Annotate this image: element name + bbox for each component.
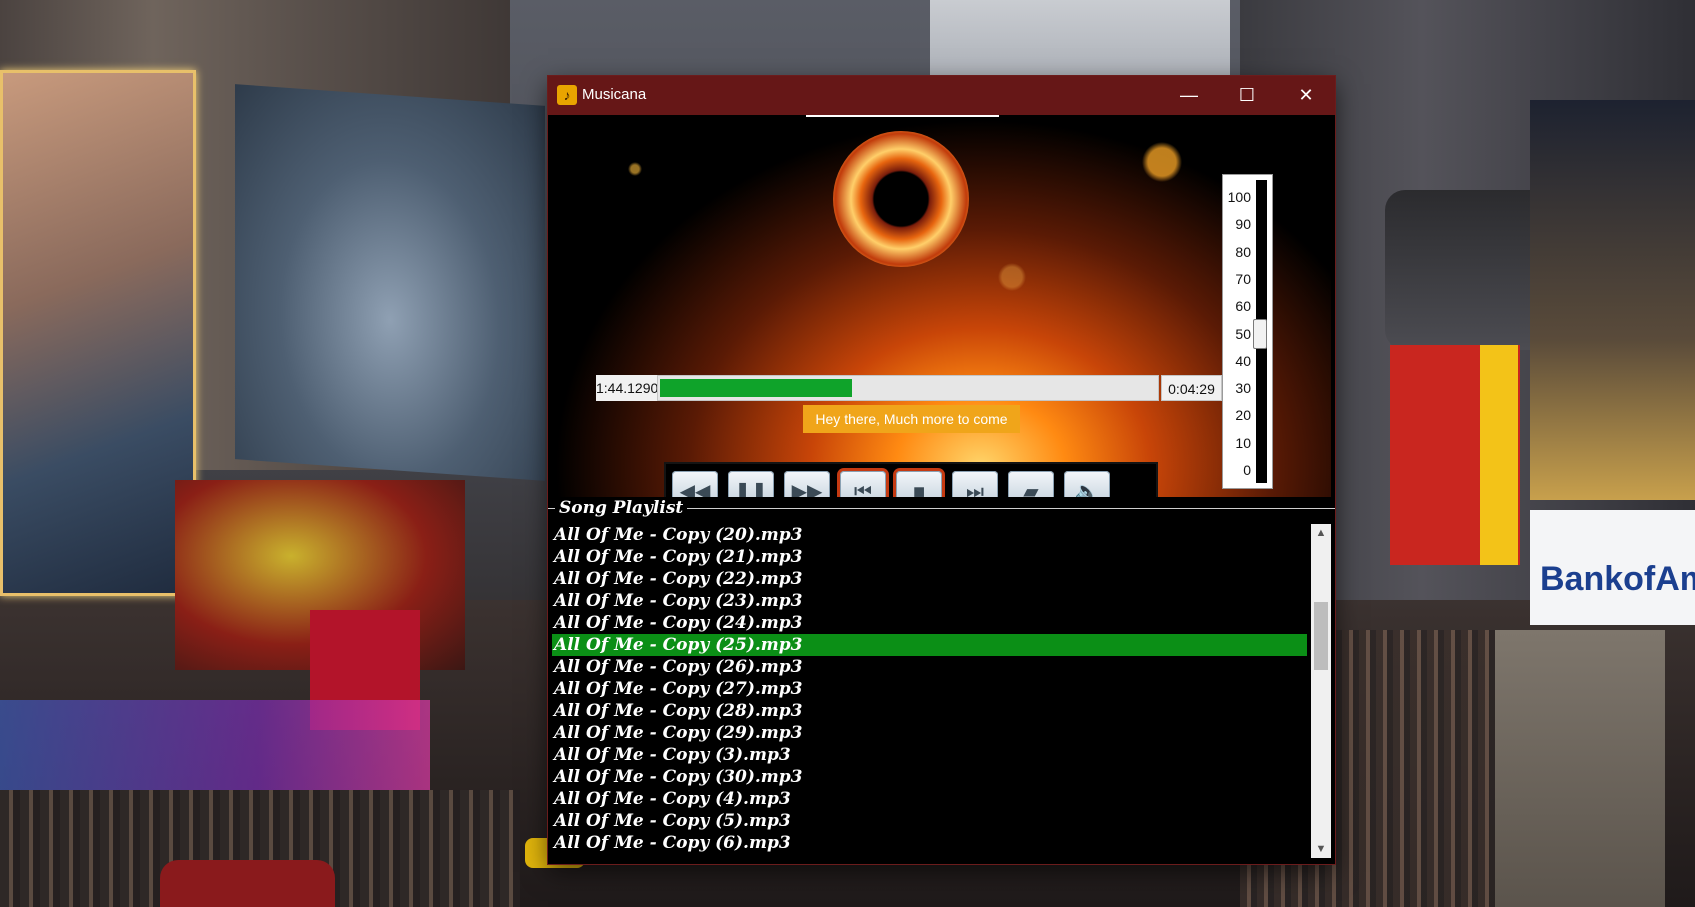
volume-tick-label: 100 xyxy=(1227,189,1251,205)
playlist-title: Song Playlist xyxy=(555,498,688,518)
playlist-item-selected[interactable]: All Of Me - Copy (25).mp3 xyxy=(552,634,1307,656)
speaker-icon: 🔈 xyxy=(1074,481,1100,497)
scroll-down-icon[interactable]: ▼ xyxy=(1311,840,1331,858)
playlist-scrollbar[interactable]: ▲ ▼ xyxy=(1311,524,1331,858)
visualizer-panel: 1:44.1290 0:04:29 Hey there, Much more t… xyxy=(552,117,1331,497)
musicana-window: ♪ Musicana — ☐ ✕ 1:44.1290 0:04:29 Hey t… xyxy=(548,76,1335,864)
volume-tick-label: 50 xyxy=(1235,326,1251,342)
transport-controls: ◀◀ ❚❚ ▶▶ ⏮ ■ ⏭ ▰ 🔈 xyxy=(664,462,1158,497)
playlist-item[interactable]: All Of Me - Copy (24).mp3 xyxy=(552,612,1307,634)
playlist-item[interactable]: All Of Me - Copy (5).mp3 xyxy=(552,810,1307,832)
playlist-item[interactable]: All Of Me - Copy (4).mp3 xyxy=(552,788,1307,810)
volume-tick-label: 30 xyxy=(1235,380,1251,396)
fast-forward-button[interactable]: ▶▶ xyxy=(784,471,830,497)
skip-next-icon: ⏭ xyxy=(966,481,984,497)
skip-previous-icon: ⏮ xyxy=(854,481,872,497)
playlist-item[interactable]: All Of Me - Copy (29).mp3 xyxy=(552,722,1307,744)
stop-button[interactable]: ■ xyxy=(896,471,942,497)
wallpaper-kodak-yellow-sign xyxy=(1480,345,1518,565)
seek-bar[interactable] xyxy=(657,375,1159,401)
playlist-list[interactable]: All Of Me - Copy (20).mp3 All Of Me - Cop… xyxy=(552,524,1311,858)
playlist-item[interactable]: All Of Me - Copy (22).mp3 xyxy=(552,568,1307,590)
playlist-item[interactable]: All Of Me - Copy (20).mp3 xyxy=(552,524,1307,546)
scroll-up-icon[interactable]: ▲ xyxy=(1311,524,1331,542)
close-button[interactable]: ✕ xyxy=(1277,76,1335,115)
playlist-item[interactable]: All Of Me - Copy (23).mp3 xyxy=(552,590,1307,612)
playlist-item[interactable]: All Of Me - Copy (3).mp3 xyxy=(552,744,1307,766)
volume-tick-label: 60 xyxy=(1235,298,1251,314)
folder-icon: ▰ xyxy=(1023,481,1039,497)
minimize-button[interactable]: — xyxy=(1160,76,1218,115)
stop-icon: ■ xyxy=(912,481,926,497)
volume-tick-label: 0 xyxy=(1243,462,1251,478)
title-bar[interactable]: ♪ Musicana — ☐ ✕ xyxy=(548,76,1335,115)
volume-tick-label: 80 xyxy=(1235,244,1251,260)
playlist-item[interactable]: All Of Me - Copy (21).mp3 xyxy=(552,546,1307,568)
seek-bar-fill xyxy=(660,379,852,397)
wallpaper-car xyxy=(160,860,335,907)
pause-icon: ❚❚ xyxy=(734,481,768,497)
volume-tick-label: 90 xyxy=(1235,216,1251,232)
album-art-image xyxy=(833,131,969,267)
pause-button[interactable]: ❚❚ xyxy=(728,471,774,497)
wallpaper-ghost-billboard xyxy=(0,70,196,596)
playlist-item[interactable]: All Of Me - Copy (27).mp3 xyxy=(552,678,1307,700)
playlist-item[interactable]: All Of Me - Copy (30).mp3 xyxy=(552,766,1307,788)
volume-slider[interactable]: 100 90 80 70 60 50 40 30 20 10 0 xyxy=(1222,174,1273,489)
fast-forward-icon: ▶▶ xyxy=(791,481,823,497)
wallpaper-water-billboard xyxy=(235,84,545,481)
status-message: Hey there, Much more to come xyxy=(803,405,1020,433)
wallpaper-neon-awning xyxy=(0,700,430,790)
wallpaper-monument xyxy=(1495,630,1665,907)
playlist-item[interactable]: All Of Me - Copy (6).mp3 xyxy=(552,832,1307,854)
next-button[interactable]: ⏭ xyxy=(952,471,998,497)
playlist-item[interactable]: All Of Me - Copy (28).mp3 xyxy=(552,700,1307,722)
total-duration: 0:04:29 xyxy=(1161,375,1222,401)
volume-tick-label: 40 xyxy=(1235,353,1251,369)
previous-button[interactable]: ⏮ xyxy=(840,471,886,497)
playlist-item[interactable]: All Of Me - Copy (26).mp3 xyxy=(552,656,1307,678)
rewind-icon: ◀◀ xyxy=(679,481,711,497)
wallpaper-ufc-billboard xyxy=(1530,100,1695,500)
playlist-group: Song Playlist All Of Me - Copy (20).mp3 A… xyxy=(548,498,1335,864)
volume-thumb[interactable] xyxy=(1253,319,1267,349)
elapsed-time: 1:44.1290 xyxy=(596,375,657,401)
volume-button[interactable]: 🔈 xyxy=(1064,471,1110,497)
volume-tick-label: 70 xyxy=(1235,271,1251,287)
window-title: Musicana xyxy=(582,86,647,103)
maximize-button[interactable]: ☐ xyxy=(1218,76,1276,115)
wallpaper-hankook-sign xyxy=(1385,190,1530,350)
open-folder-button[interactable]: ▰ xyxy=(1008,471,1054,497)
volume-tick-label: 10 xyxy=(1235,435,1251,451)
volume-tick-label: 20 xyxy=(1235,407,1251,423)
scrollbar-thumb[interactable] xyxy=(1314,602,1328,670)
wallpaper-bank-text: BankofAmer xyxy=(1540,560,1695,598)
rewind-button[interactable]: ◀◀ xyxy=(672,471,718,497)
music-note-icon: ♪ xyxy=(557,85,577,105)
